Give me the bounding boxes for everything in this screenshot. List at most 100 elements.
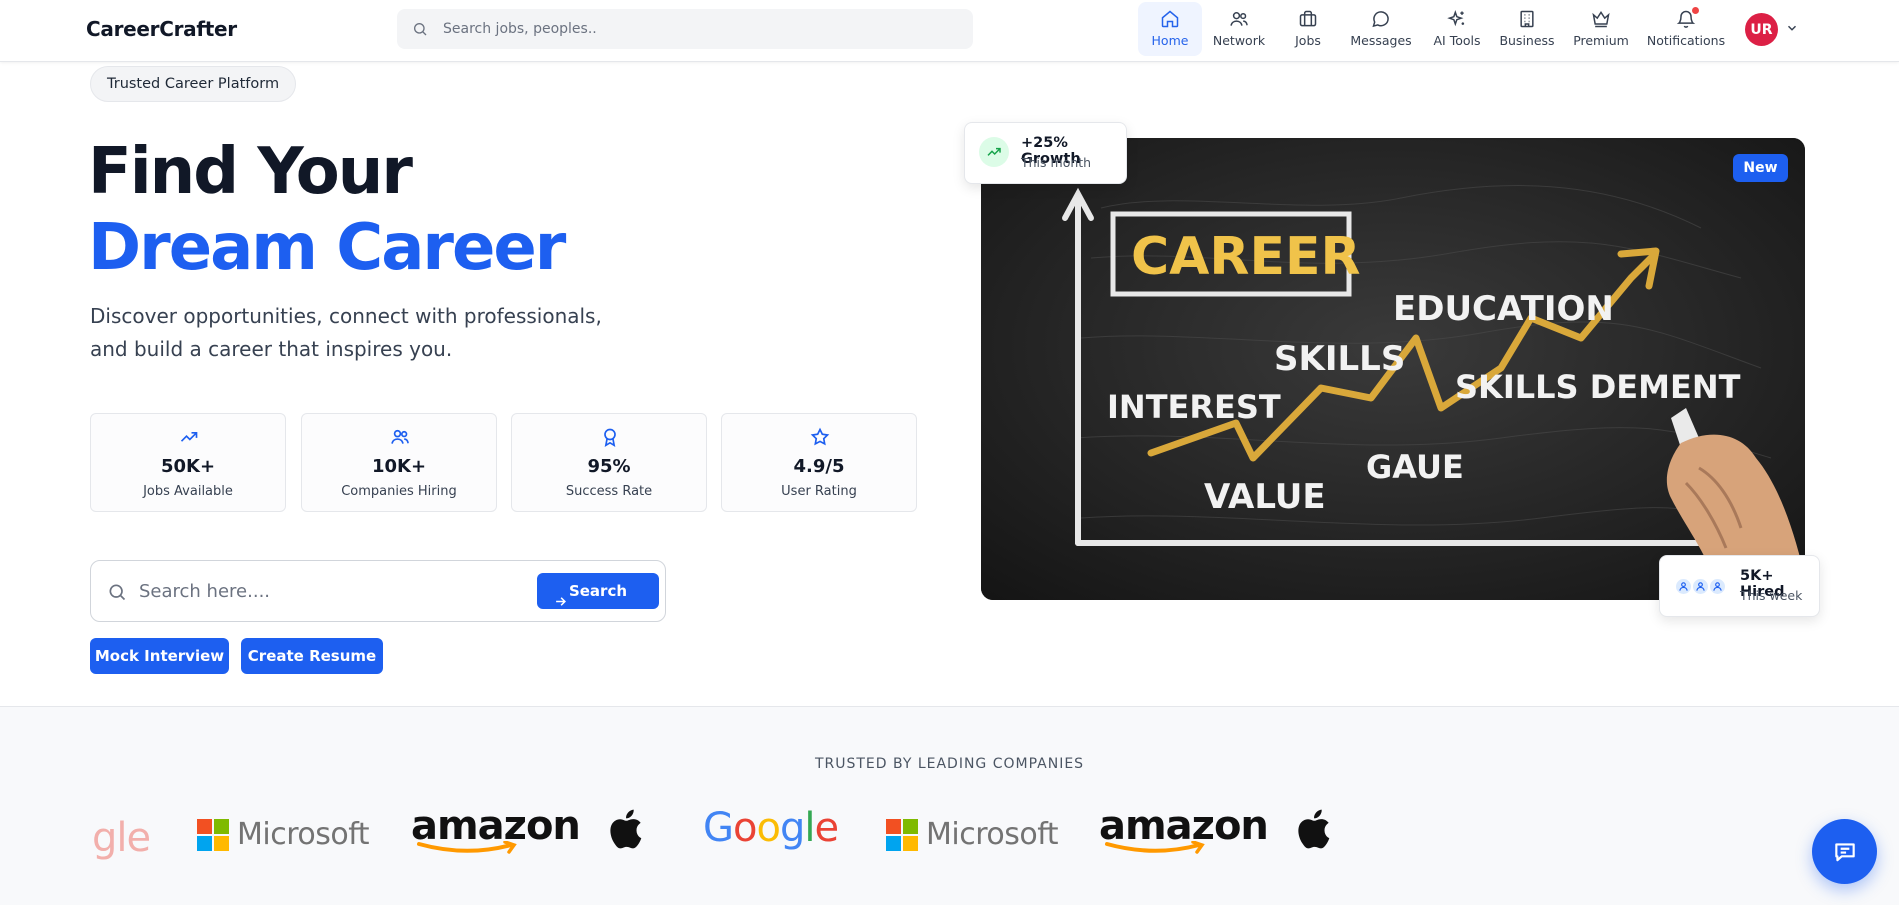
- network-icon: [1230, 12, 1248, 26]
- growth-card: +25% Growth This month: [964, 122, 1127, 184]
- briefcase-icon: [1299, 10, 1317, 27]
- amazon-logo: amazon: [411, 803, 581, 855]
- arrow-right-icon: [556, 597, 566, 606]
- microsoft-logo: Microsoft: [886, 817, 1059, 852]
- nav-ai-tools-label: AI Tools: [1433, 33, 1481, 48]
- home-icon: [1161, 10, 1179, 28]
- apple-logo: [607, 808, 643, 850]
- nav-business[interactable]: Business: [1497, 2, 1557, 56]
- star-icon: [810, 427, 830, 446]
- apple-icon: [610, 809, 642, 849]
- nav-messages[interactable]: Messages: [1348, 2, 1414, 56]
- nav-search-box[interactable]: [397, 9, 973, 49]
- growth-icon-wrap: [979, 137, 1009, 167]
- trusted-platform-badge: Trusted Career Platform: [90, 66, 297, 102]
- hired-card: 5K+ Hired This week: [1659, 555, 1820, 617]
- stat-label: Companies Hiring: [341, 484, 457, 499]
- hero-lead: Discover opportunities, connect with pro…: [90, 300, 650, 366]
- trending-up-icon: [180, 432, 198, 442]
- crown-icon: [1592, 10, 1610, 28]
- nav-notifications[interactable]: Notifications: [1645, 2, 1727, 56]
- google-logo: Google: [703, 805, 839, 851]
- trusted-companies-section: TRUSTED BY LEADING COMPANIES gle Microso…: [0, 706, 1899, 905]
- message-icon: [1372, 11, 1389, 28]
- search-button[interactable]: Search: [537, 573, 659, 609]
- stat-card-rating: 4.9/5 User Rating: [721, 413, 917, 512]
- microsoft-text: Microsoft: [237, 817, 370, 852]
- new-badge: New: [1733, 154, 1788, 182]
- chalk-word-interest: INTEREST: [1107, 388, 1281, 426]
- growth-subtitle: This month: [1021, 155, 1092, 170]
- hero-search-input[interactable]: [139, 573, 509, 609]
- chalk-word-value: VALUE: [1204, 477, 1326, 517]
- chalk-word-career: CAREER: [1131, 227, 1361, 287]
- trusted-title: TRUSTED BY LEADING COMPANIES: [814, 756, 1085, 772]
- nav-premium-label: Premium: [1573, 33, 1629, 48]
- chalk-word-education: EDUCATION: [1393, 289, 1614, 329]
- hired-subtitle: This week: [1740, 588, 1803, 603]
- amazon-smile-icon: [417, 841, 517, 854]
- users-icon: [391, 429, 409, 444]
- stat-label: Jobs Available: [143, 484, 233, 499]
- nav-premium[interactable]: Premium: [1570, 2, 1632, 56]
- search-icon: [109, 584, 126, 601]
- sparkles-icon: [1447, 10, 1465, 27]
- nav-business-label: Business: [1499, 33, 1555, 48]
- nav-home-label: Home: [1151, 33, 1189, 48]
- create-resume-button[interactable]: Create Resume: [241, 638, 383, 674]
- chalk-word-skills-dement: SKILLS DEMENT: [1455, 368, 1741, 406]
- google-logo-partial: gle: [92, 815, 151, 861]
- award-icon: [604, 428, 616, 447]
- hired-avatars: [1674, 577, 1727, 596]
- stat-value: 50K+: [160, 456, 216, 477]
- microsoft-squares-icon: [197, 818, 229, 851]
- amazon-smile-icon: [1105, 841, 1205, 854]
- microsoft-squares-icon: [886, 818, 918, 851]
- stat-card-companies: 10K+ Companies Hiring: [301, 413, 497, 512]
- stat-label: User Rating: [781, 484, 857, 499]
- chat-icon: [1834, 842, 1855, 861]
- stat-card-jobs: 50K+ Jobs Available: [90, 413, 286, 512]
- hero-title-line2: Dream Career: [88, 211, 566, 285]
- nav-network-label: Network: [1212, 33, 1266, 48]
- stat-value: 10K+: [371, 456, 427, 477]
- nav-network[interactable]: Network: [1207, 2, 1271, 56]
- stat-value: 4.9/5: [793, 456, 845, 477]
- building-icon: [1520, 10, 1534, 28]
- apple-logo: [1295, 808, 1331, 850]
- nav-notifications-label: Notifications: [1646, 33, 1726, 48]
- chalkboard-illustration: CAREER EDUCATION SKILLS INTEREST SKILLS …: [981, 138, 1805, 600]
- google-text: Google: [703, 805, 839, 851]
- chat-support-button[interactable]: [1812, 819, 1877, 884]
- user-icon: [1708, 577, 1727, 596]
- apple-icon: [1298, 809, 1330, 849]
- stat-label: Success Rate: [565, 484, 653, 499]
- chalk-word-skills: SKILLS: [1274, 339, 1405, 379]
- top-navbar: CareerCrafter Home Network Jobs Messages…: [0, 0, 1899, 62]
- microsoft-logo: Microsoft: [197, 817, 370, 852]
- amazon-logo: amazon: [1099, 803, 1269, 855]
- career-chalkboard-image: CAREER EDUCATION SKILLS INTEREST SKILLS …: [981, 138, 1805, 600]
- hero-search-box[interactable]: Search: [90, 560, 666, 622]
- hero-lead-line2: and build a career that inspires you.: [90, 337, 453, 361]
- google-partial-text: gle: [92, 815, 151, 861]
- stat-card-success: 95% Success Rate: [511, 413, 707, 512]
- user-avatar[interactable]: UR: [1745, 13, 1778, 46]
- brand-logo[interactable]: CareerCrafter: [86, 17, 237, 41]
- microsoft-text: Microsoft: [926, 817, 1059, 852]
- nav-messages-label: Messages: [1350, 33, 1412, 48]
- stat-value: 95%: [587, 456, 631, 477]
- notification-dot: [1692, 7, 1699, 14]
- hero-title-line1: Find Your: [88, 135, 413, 209]
- nav-search-input[interactable]: [443, 9, 953, 49]
- hero-lead-line1: Discover opportunities, connect with pro…: [90, 304, 602, 328]
- chalk-word-gaue: GAUE: [1366, 448, 1464, 486]
- chevron-down-icon[interactable]: [1785, 21, 1799, 35]
- nav-home[interactable]: Home: [1138, 2, 1202, 56]
- trending-up-icon: [987, 147, 1001, 156]
- mock-interview-button[interactable]: Mock Interview: [90, 638, 229, 674]
- nav-jobs[interactable]: Jobs: [1277, 2, 1339, 56]
- search-icon: [414, 23, 427, 36]
- nav-ai-tools[interactable]: AI Tools: [1427, 2, 1487, 56]
- search-button-label: Search: [568, 582, 628, 600]
